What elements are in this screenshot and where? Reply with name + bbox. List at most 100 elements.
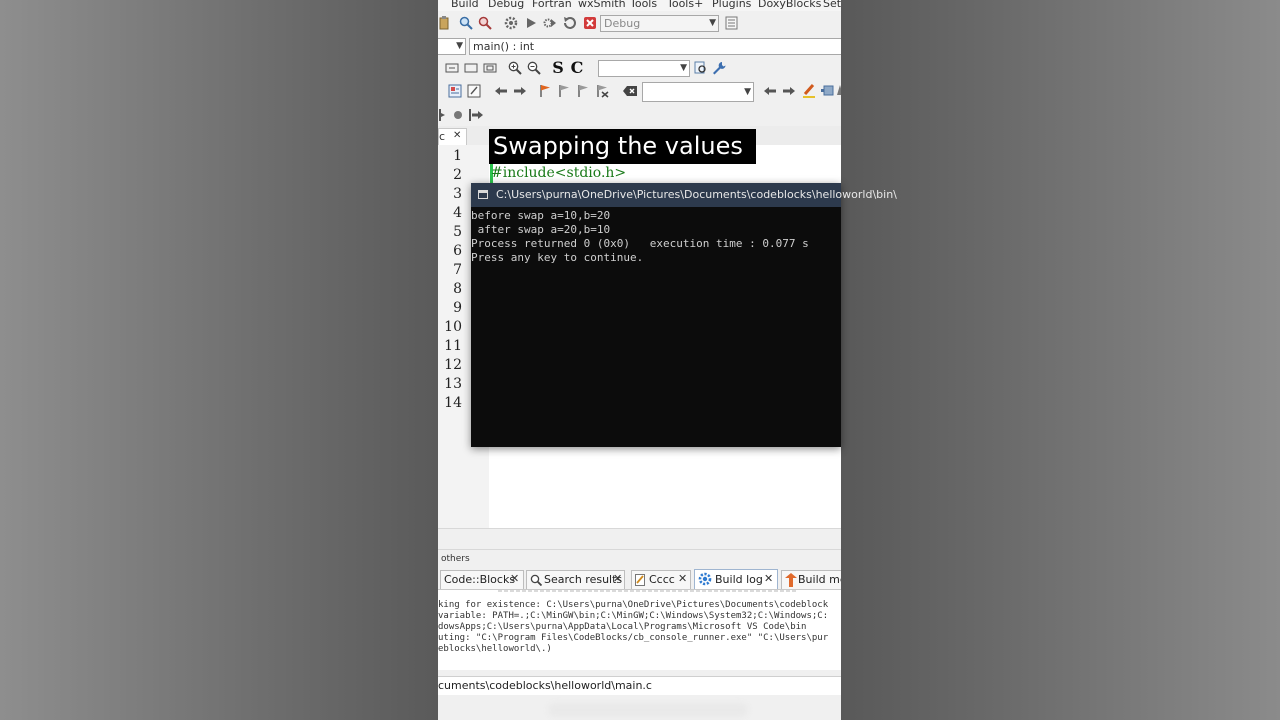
pencil-icon xyxy=(635,574,646,589)
close-icon[interactable]: ✕ xyxy=(510,572,519,585)
jump-forward-icon[interactable] xyxy=(513,82,527,99)
run-icon[interactable] xyxy=(523,14,539,32)
zoom-in-icon[interactable] xyxy=(507,59,523,76)
panel-splitter[interactable] xyxy=(438,528,841,550)
clear-icon[interactable] xyxy=(622,82,638,99)
nav-back-icon[interactable] xyxy=(763,82,777,99)
menu-settings[interactable]: Sett xyxy=(823,0,841,10)
breakpoint-icon[interactable] xyxy=(451,106,465,123)
line-number: 2 xyxy=(453,167,462,183)
s-icon[interactable]: S xyxy=(550,58,566,77)
zoom-out-icon[interactable] xyxy=(526,59,542,76)
wrap-select-icon[interactable] xyxy=(482,60,498,76)
line-number: 11 xyxy=(444,338,462,354)
highlight-pen-icon[interactable] xyxy=(801,81,817,99)
function-select[interactable]: main() : int xyxy=(469,38,841,55)
line-number: 3 xyxy=(453,186,462,202)
replace-icon[interactable] xyxy=(477,14,493,32)
line-number: 12 xyxy=(444,357,462,373)
menu-bar: Build Debug Fortran wxSmith Tools Tools+… xyxy=(438,0,841,11)
close-icon[interactable]: ✕ xyxy=(613,572,622,585)
bookmark-flag-icon[interactable] xyxy=(537,82,553,99)
log-line: eblocks\helloworld\.) xyxy=(438,644,552,654)
video-letterbox-right xyxy=(841,0,1280,720)
doc-edit-icon[interactable] xyxy=(466,82,482,99)
menu-debug[interactable]: Debug xyxy=(488,0,524,10)
search-icon xyxy=(530,574,543,589)
chevron-down-icon: ▼ xyxy=(709,18,716,28)
block-select-icon[interactable] xyxy=(444,60,460,76)
next-bookmark-icon[interactable] xyxy=(575,82,591,99)
clipped-log-line xyxy=(498,590,798,592)
build-and-run-icon[interactable] xyxy=(542,14,558,32)
console-title-bar[interactable]: C:\Users\purna\OneDrive\Pictures\Documen… xyxy=(471,183,897,207)
toolbar-debug xyxy=(438,103,841,127)
toolbar-code-completion: ▼ main() : int xyxy=(438,36,841,58)
rebuild-icon[interactable] xyxy=(562,14,578,32)
close-icon[interactable]: ✕ xyxy=(678,572,687,585)
log-line: dowsApps;C:\Users\purna\AppData\Local\Pr… xyxy=(438,622,807,632)
function-select-value: main() : int xyxy=(473,40,535,53)
navigation-combo[interactable]: ▼ xyxy=(642,82,754,102)
line-number: 4 xyxy=(453,205,462,221)
menu-doxyblocks[interactable]: DoxyBlocks xyxy=(758,0,821,10)
tab-search-results[interactable]: Search results ✕ xyxy=(526,570,625,589)
c-icon[interactable]: C xyxy=(569,58,585,77)
find-icon[interactable] xyxy=(692,59,708,76)
menu-tools[interactable]: Tools xyxy=(630,0,657,10)
build-target-value: Debug xyxy=(604,17,641,30)
line-number: 6 xyxy=(453,243,462,259)
line-number: 5 xyxy=(453,224,462,240)
build-gear-icon[interactable] xyxy=(503,14,519,32)
line-number: 1 xyxy=(453,148,462,164)
console-output-line: before swap a=10,b=20 xyxy=(471,209,611,222)
close-icon[interactable]: ✕ xyxy=(764,572,773,585)
log-line: variable: PATH=.;C:\MinGW\bin;C:\MinGW;C… xyxy=(438,611,829,621)
status-file-path: cuments\codeblocks\helloworld\main.c xyxy=(438,679,652,692)
menu-plugins[interactable]: Plugins xyxy=(712,0,751,10)
build-target-select[interactable]: Debug ▼ xyxy=(600,15,719,32)
console-output-line: Press any key to continue. xyxy=(471,251,644,264)
abort-icon[interactable] xyxy=(582,14,598,32)
toolbar-overflow-icon[interactable] xyxy=(837,81,841,99)
toolbar-build: Debug ▼ xyxy=(438,11,841,37)
tab-label: Build mes xyxy=(798,573,841,586)
wrench-icon[interactable] xyxy=(711,59,727,76)
build-messages-icon xyxy=(785,573,797,590)
build-log-output[interactable]: king for existence: C:\Users\purna\OneDr… xyxy=(438,589,841,670)
show-select-target-icon[interactable] xyxy=(723,14,739,32)
chevron-down-icon: ▼ xyxy=(680,63,687,73)
tab-cccc[interactable]: Cccc ✕ xyxy=(631,570,691,589)
search-text-combo[interactable]: ▼ xyxy=(598,60,690,77)
console-output-line: after swap a=20,b=10 xyxy=(471,223,611,236)
blurred-footer-artifact xyxy=(548,703,748,717)
toolbar-search: S C ▼ xyxy=(438,57,841,80)
close-icon[interactable]: ✕ xyxy=(453,130,461,141)
clear-bookmarks-icon[interactable] xyxy=(594,82,610,99)
menu-wxsmith[interactable]: wxSmith xyxy=(578,0,626,10)
status-bar: cuments\codeblocks\helloworld\main.c xyxy=(438,676,841,695)
editor-tab-main-c[interactable]: c ✕ xyxy=(438,128,467,146)
paste-icon[interactable] xyxy=(438,15,450,31)
search-icon[interactable] xyxy=(458,14,474,32)
prev-bookmark-icon[interactable] xyxy=(556,82,572,99)
console-window[interactable]: C:\Users\purna\OneDrive\Pictures\Documen… xyxy=(471,183,897,447)
menu-build[interactable]: Build xyxy=(451,0,479,10)
tab-build-messages[interactable]: Build mes xyxy=(781,570,841,589)
tab-label: Code::Blocks xyxy=(444,573,516,586)
menu-tools-plus[interactable]: Tools+ xyxy=(667,0,703,10)
jump-icon[interactable] xyxy=(447,82,463,99)
rect-select-icon[interactable] xyxy=(463,60,479,76)
plugin-icon[interactable] xyxy=(820,81,836,99)
console-title: C:\Users\purna\OneDrive\Pictures\Documen… xyxy=(496,188,897,201)
tab-build-log[interactable]: Build log ✕ xyxy=(694,569,778,589)
tab-codeblocks-log[interactable]: Code::Blocks ✕ xyxy=(440,570,524,589)
debug-step-icon[interactable] xyxy=(438,106,446,123)
step-into-icon[interactable] xyxy=(468,106,484,123)
line-number: 9 xyxy=(453,300,462,316)
menu-fortran[interactable]: Fortran xyxy=(532,0,572,10)
video-letterbox-left xyxy=(0,0,438,720)
scope-select[interactable]: ▼ xyxy=(438,38,466,55)
jump-back-icon[interactable] xyxy=(494,82,508,99)
nav-forward-icon[interactable] xyxy=(782,82,796,99)
